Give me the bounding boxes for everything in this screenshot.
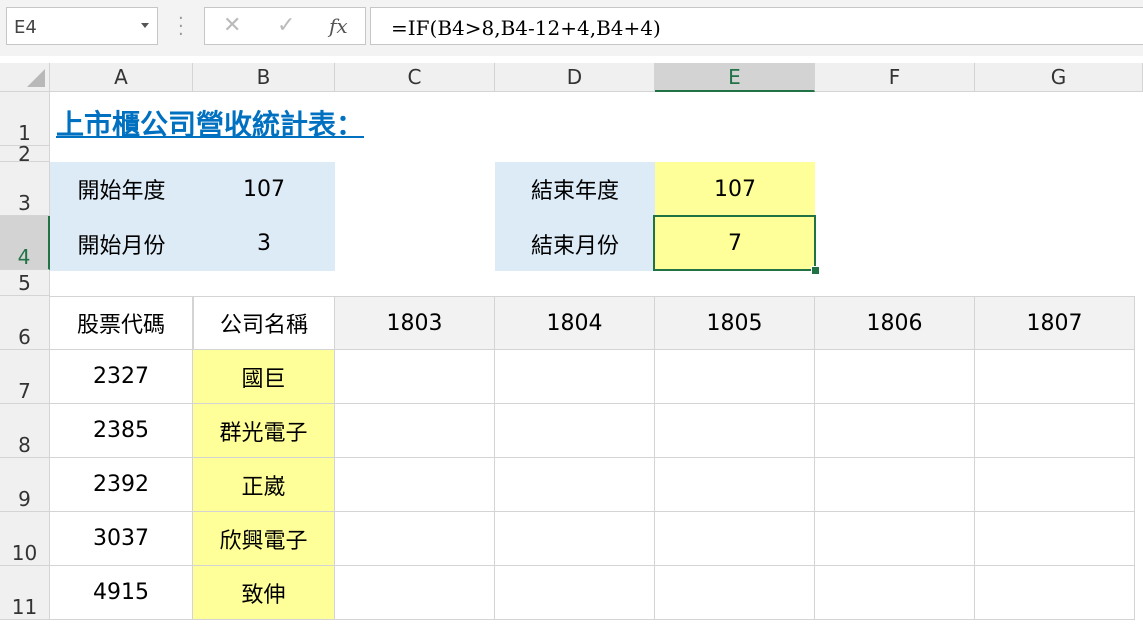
name-box-value: E4 — [14, 17, 37, 38]
column-header-c[interactable]: C — [335, 63, 495, 92]
column-header-a[interactable]: A — [50, 63, 193, 92]
name-box[interactable]: E4 — [6, 7, 158, 45]
empty-cell[interactable] — [975, 350, 1135, 404]
formula-text: =IF(B4>8,B4-12+4,B4+4) — [391, 16, 661, 40]
empty-cell[interactable] — [815, 404, 975, 458]
empty-cell[interactable] — [975, 458, 1135, 512]
start-month-value[interactable]: 3 — [193, 216, 335, 271]
empty-cell[interactable] — [495, 458, 655, 512]
end-year-label[interactable]: 結束年度 — [495, 162, 655, 216]
company-name-cell[interactable]: 國巨 — [193, 350, 335, 404]
table-header-month[interactable]: 1804 — [495, 296, 655, 350]
table-header-month[interactable]: 1807 — [975, 296, 1135, 350]
stock-code-cell[interactable]: 3037 — [50, 512, 193, 566]
row-header-8[interactable]: 8 — [0, 404, 50, 458]
table-header-month[interactable]: 1803 — [335, 296, 495, 350]
start-year-value[interactable]: 107 — [193, 162, 335, 216]
table-header-month[interactable]: 1805 — [655, 296, 815, 350]
empty-cell[interactable] — [655, 458, 815, 512]
row-header-2[interactable]: 2 — [0, 144, 50, 164]
empty-cell[interactable] — [495, 350, 655, 404]
row-header-5[interactable]: 5 — [0, 270, 50, 296]
column-header-e[interactable]: E — [655, 63, 815, 92]
empty-cell[interactable] — [975, 512, 1135, 566]
table-header-code[interactable]: 股票代碼 — [50, 296, 193, 350]
empty-cell[interactable] — [655, 350, 815, 404]
empty-cell[interactable] — [335, 350, 495, 404]
company-name-cell[interactable]: 致伸 — [193, 566, 335, 620]
row-header-10[interactable]: 10 — [0, 512, 50, 566]
stock-code-cell[interactable]: 4915 — [50, 566, 193, 620]
empty-cell[interactable] — [975, 566, 1135, 620]
company-name-cell[interactable]: 正崴 — [193, 458, 335, 512]
formula-buttons: ✕ ✓ fx — [204, 7, 366, 45]
insert-function-icon[interactable]: fx — [329, 14, 348, 38]
end-month-label[interactable]: 結束月份 — [495, 216, 655, 271]
chevron-down-icon[interactable] — [141, 23, 149, 28]
column-header-g[interactable]: G — [975, 63, 1143, 92]
row-header-4[interactable]: 4 — [0, 216, 50, 270]
empty-cell[interactable] — [335, 566, 495, 620]
empty-cell[interactable] — [975, 404, 1135, 458]
empty-cell[interactable] — [655, 512, 815, 566]
start-year-label[interactable]: 開始年度 — [50, 162, 193, 216]
end-year-value[interactable]: 107 — [655, 162, 815, 216]
column-header-b[interactable]: B — [193, 63, 335, 92]
row-header-9[interactable]: 9 — [0, 458, 50, 512]
active-cell-selection — [653, 215, 816, 271]
stock-code-cell[interactable]: 2327 — [50, 350, 193, 404]
table-header-name[interactable]: 公司名稱 — [193, 296, 335, 350]
row-header-11[interactable]: 11 — [0, 566, 50, 620]
sheet-title[interactable]: 上市櫃公司營收統計表： — [56, 103, 364, 143]
row-header-7[interactable]: 7 — [0, 350, 50, 404]
table-header-month[interactable]: 1806 — [815, 296, 975, 350]
formula-bar: E4 · · · ✕ ✓ fx =IF(B4>8,B4-12+4,B4+4) — [0, 0, 1143, 56]
empty-cell[interactable] — [335, 458, 495, 512]
empty-cell[interactable] — [815, 458, 975, 512]
empty-cell[interactable] — [655, 566, 815, 620]
enter-icon[interactable]: ✓ — [277, 13, 295, 38]
fill-handle[interactable] — [811, 266, 820, 275]
row-header-3[interactable]: 3 — [0, 162, 50, 216]
cancel-icon[interactable]: ✕ — [223, 13, 241, 38]
empty-cell[interactable] — [815, 350, 975, 404]
company-name-cell[interactable]: 群光電子 — [193, 404, 335, 458]
empty-cell[interactable] — [815, 512, 975, 566]
company-name-cell[interactable]: 欣興電子 — [193, 512, 335, 566]
empty-cell[interactable] — [335, 512, 495, 566]
empty-cell[interactable] — [335, 404, 495, 458]
empty-cell[interactable] — [495, 512, 655, 566]
more-options-icon: · · · — [178, 8, 184, 45]
row-header-1[interactable]: 1 — [0, 92, 50, 146]
column-header-d[interactable]: D — [495, 63, 655, 92]
empty-cell[interactable] — [495, 404, 655, 458]
start-month-label[interactable]: 開始月份 — [50, 216, 193, 271]
stock-code-cell[interactable]: 2385 — [50, 404, 193, 458]
row-header-6[interactable]: 6 — [0, 296, 50, 350]
column-header-f[interactable]: F — [815, 63, 975, 92]
formula-input[interactable]: =IF(B4>8,B4-12+4,B4+4) — [370, 7, 1143, 45]
empty-cell[interactable] — [655, 404, 815, 458]
stock-code-cell[interactable]: 2392 — [50, 458, 193, 512]
empty-cell[interactable] — [495, 566, 655, 620]
empty-cell[interactable] — [815, 566, 975, 620]
select-all-button[interactable] — [0, 63, 50, 92]
